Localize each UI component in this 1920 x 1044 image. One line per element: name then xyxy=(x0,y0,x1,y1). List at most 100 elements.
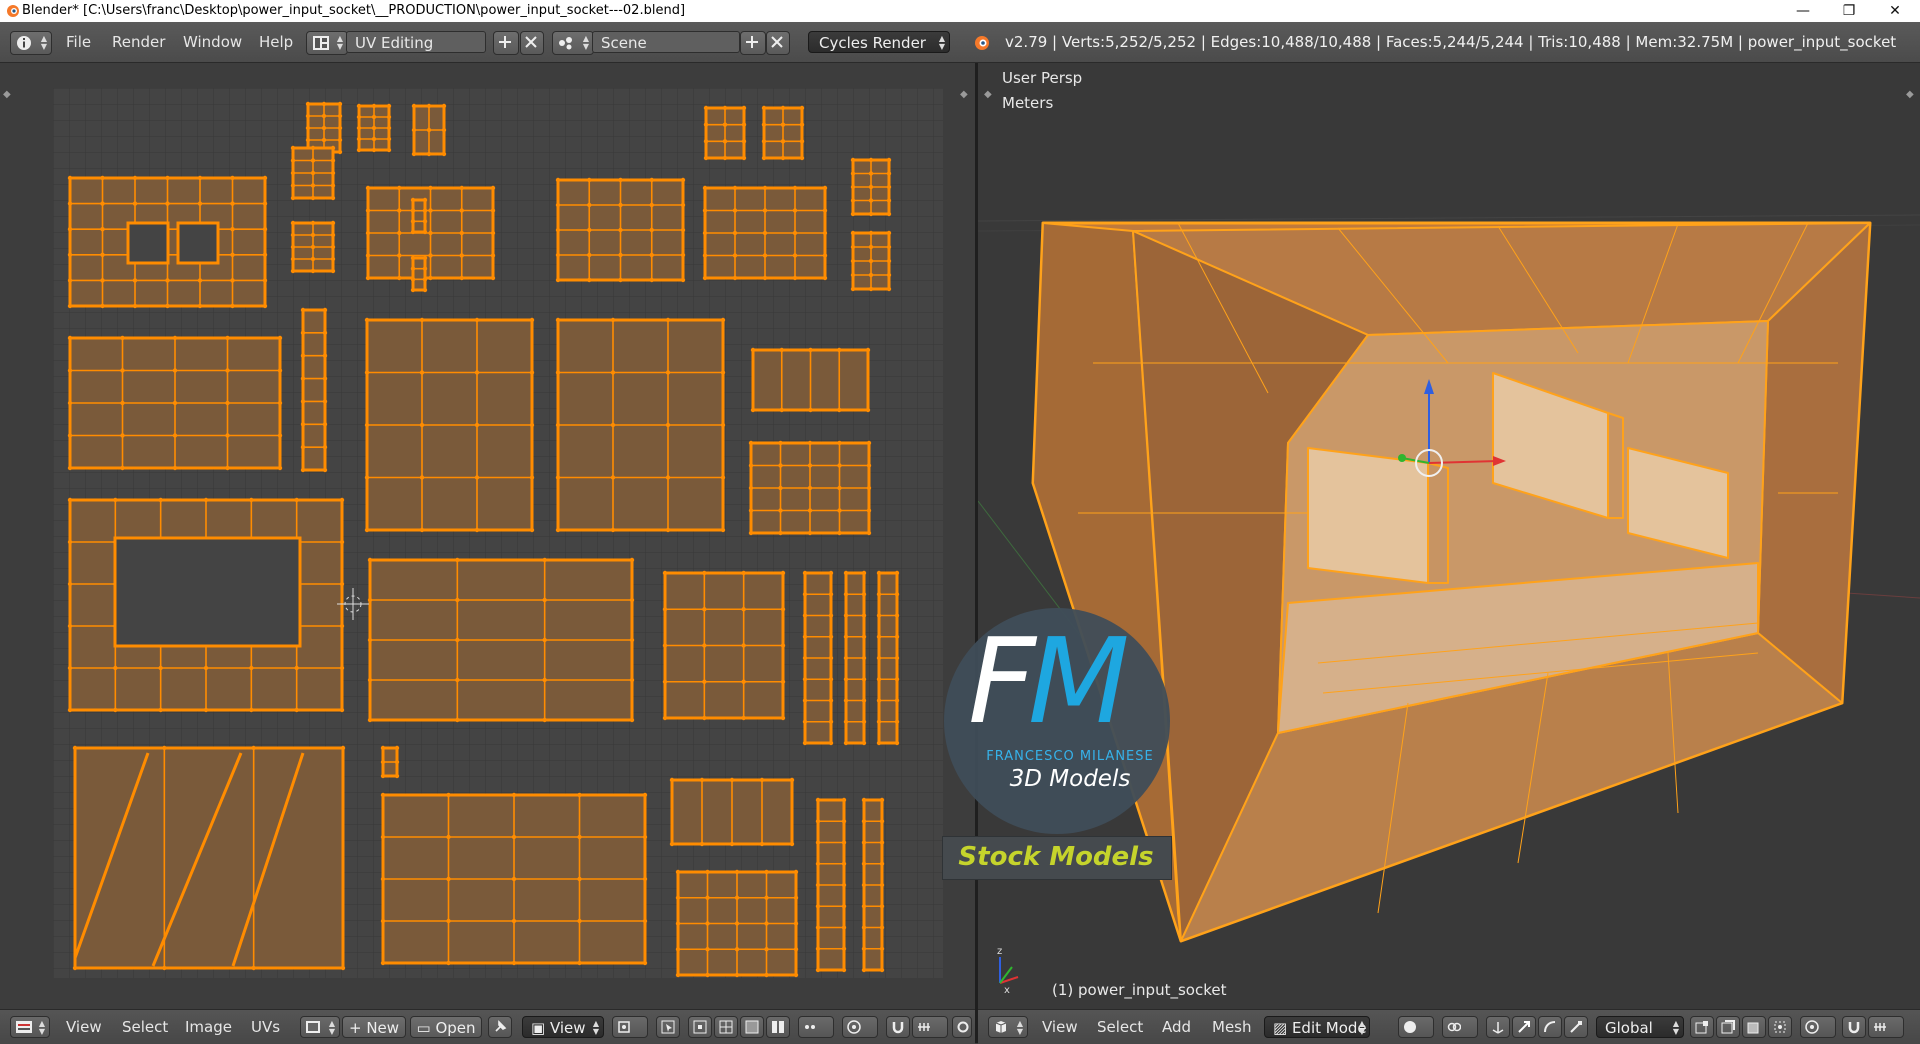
uv-island[interactable] xyxy=(802,570,834,746)
minimize-button[interactable]: — xyxy=(1780,0,1826,22)
viewport-menu-mesh[interactable]: Mesh xyxy=(1212,1010,1252,1044)
limit-selection-button[interactable] xyxy=(1768,1016,1792,1038)
pivot-point-dropdown[interactable] xyxy=(1442,1016,1478,1038)
area-grip-icon[interactable]: ◆ xyxy=(1906,89,1914,100)
add-scene-button[interactable] xyxy=(740,31,766,55)
uv-menu-uvs[interactable]: UVs xyxy=(251,1010,280,1044)
uv-island[interactable] xyxy=(367,557,635,723)
pivot-point-button[interactable] xyxy=(612,1016,648,1038)
new-image-button[interactable]: + New xyxy=(342,1016,406,1038)
delete-screen-button[interactable] xyxy=(520,31,544,55)
delete-scene-button[interactable] xyxy=(766,31,790,55)
uv-island[interactable] xyxy=(67,335,283,471)
snap-button[interactable] xyxy=(1842,1016,1866,1038)
proportional-edit-button[interactable] xyxy=(842,1016,878,1038)
vertex-select-mode-button[interactable] xyxy=(688,1016,712,1038)
vertex-select-mode-button[interactable] xyxy=(1690,1016,1714,1038)
island-select-mode-button[interactable] xyxy=(766,1016,790,1038)
uv-island[interactable] xyxy=(380,745,400,779)
uv-island[interactable] xyxy=(761,105,805,161)
uv-island[interactable] xyxy=(702,185,828,281)
uv-overflow-button[interactable] xyxy=(952,1016,972,1038)
pin-button[interactable] xyxy=(488,1016,512,1038)
screen-layout-field[interactable]: UV Editing xyxy=(346,31,486,53)
screen-layout-selector[interactable]: ▲ ▼ xyxy=(306,31,348,55)
editor-type-image-button[interactable]: ▲ ▼ xyxy=(10,1016,50,1038)
maximize-button[interactable]: ❐ xyxy=(1826,0,1872,22)
uv-menu-image[interactable]: Image xyxy=(185,1010,232,1044)
uv-island[interactable] xyxy=(290,220,336,274)
menu-file[interactable]: File xyxy=(66,22,91,62)
proportional-edit-button[interactable] xyxy=(1800,1016,1836,1038)
uv-island[interactable] xyxy=(675,869,799,978)
uv-island[interactable] xyxy=(555,177,686,283)
uv-island[interactable] xyxy=(555,317,726,533)
snap-button[interactable] xyxy=(886,1016,910,1038)
snap-element-button[interactable] xyxy=(1868,1016,1904,1038)
rotate-manipulator-button[interactable] xyxy=(1538,1016,1562,1038)
menu-window[interactable]: Window xyxy=(183,22,242,62)
uv-island[interactable] xyxy=(305,101,343,155)
snap-element-button[interactable] xyxy=(912,1016,948,1038)
transform-orientation-dropdown[interactable]: Global ▲ ▼ xyxy=(1596,1016,1684,1038)
viewport-shading-dropdown[interactable] xyxy=(1398,1016,1434,1038)
image-browse-button[interactable]: ▲ ▼ xyxy=(300,1016,340,1038)
dropdown-arrows-icon: ▲ ▼ xyxy=(1016,1019,1023,1036)
uv-island[interactable] xyxy=(365,185,496,281)
manipulator-toggle[interactable] xyxy=(1486,1016,1510,1038)
uv-island[interactable] xyxy=(703,105,747,161)
add-screen-button[interactable] xyxy=(493,31,519,55)
view-mode-dropdown[interactable]: ▣ View ▲ ▼ xyxy=(522,1016,604,1038)
editor-type-3d-view-button[interactable]: ▲ ▼ xyxy=(988,1016,1028,1038)
viewport-menu-select[interactable]: Select xyxy=(1097,1010,1143,1044)
face-select-mode-button[interactable] xyxy=(1742,1016,1766,1038)
edge-select-mode-button[interactable] xyxy=(714,1016,738,1038)
editor-type-info-button[interactable]: ▲ ▼ xyxy=(10,31,52,55)
uv-island[interactable] xyxy=(380,792,648,966)
uv-island[interactable] xyxy=(72,745,346,971)
translate-manipulator-button[interactable] xyxy=(1512,1016,1536,1038)
uv-island[interactable] xyxy=(356,103,392,153)
uv-menu-view[interactable]: View xyxy=(66,1010,102,1044)
sync-selection-button[interactable] xyxy=(656,1016,680,1038)
uv-island[interactable] xyxy=(850,230,892,292)
uv-island[interactable] xyxy=(748,440,872,536)
viewport-menu-add[interactable]: Add xyxy=(1162,1010,1191,1044)
scene-selector[interactable]: ▲ ▼ xyxy=(552,31,594,55)
area-grip-icon[interactable]: ◆ xyxy=(3,89,11,100)
uv-island[interactable] xyxy=(410,255,428,293)
mesh-power-input-socket[interactable] xyxy=(1031,221,1872,943)
uv-island[interactable] xyxy=(300,307,328,473)
uv-island[interactable] xyxy=(410,197,428,235)
uv-island[interactable] xyxy=(850,157,892,217)
open-image-button[interactable]: ▭ Open xyxy=(410,1016,482,1038)
uv-island[interactable] xyxy=(290,145,336,201)
edge-select-mode-button[interactable] xyxy=(1716,1016,1740,1038)
uv-island[interactable] xyxy=(861,797,885,973)
uv-island[interactable] xyxy=(669,777,795,847)
uv-island[interactable] xyxy=(750,347,871,413)
blender-logo-icon[interactable] xyxy=(973,34,991,52)
uv-image-editor[interactable]: ◆ ◆ xyxy=(0,63,975,1009)
scale-manipulator-button[interactable] xyxy=(1564,1016,1588,1038)
uv-island[interactable] xyxy=(364,317,535,533)
interaction-mode-dropdown[interactable]: ▨ Edit Mode ▲ ▼ xyxy=(1264,1016,1370,1038)
uv-menu-select[interactable]: Select xyxy=(122,1010,168,1044)
close-window-button[interactable]: ✕ xyxy=(1872,0,1918,22)
area-grip-icon[interactable]: ◆ xyxy=(984,89,992,100)
uv-island[interactable] xyxy=(876,570,900,746)
uv-layout-canvas[interactable] xyxy=(53,88,943,978)
uv-island[interactable] xyxy=(411,103,447,157)
face-select-mode-button[interactable] xyxy=(740,1016,764,1038)
render-engine-dropdown[interactable]: Cycles Render ▲ ▼ xyxy=(808,31,950,53)
uv-island[interactable] xyxy=(815,797,847,973)
viewport-menu-view[interactable]: View xyxy=(1042,1010,1078,1044)
area-grip-icon[interactable]: ◆ xyxy=(960,89,968,100)
sticky-selection-button[interactable] xyxy=(798,1016,834,1038)
menu-help[interactable]: Help xyxy=(259,22,293,62)
menu-render[interactable]: Render xyxy=(112,22,165,62)
uv-island[interactable] xyxy=(662,570,786,721)
window-titlebar: Blender* [C:\Users\franc\Desktop\power_i… xyxy=(0,0,1920,22)
scene-field[interactable]: Scene xyxy=(592,31,740,53)
uv-island[interactable] xyxy=(843,570,867,746)
